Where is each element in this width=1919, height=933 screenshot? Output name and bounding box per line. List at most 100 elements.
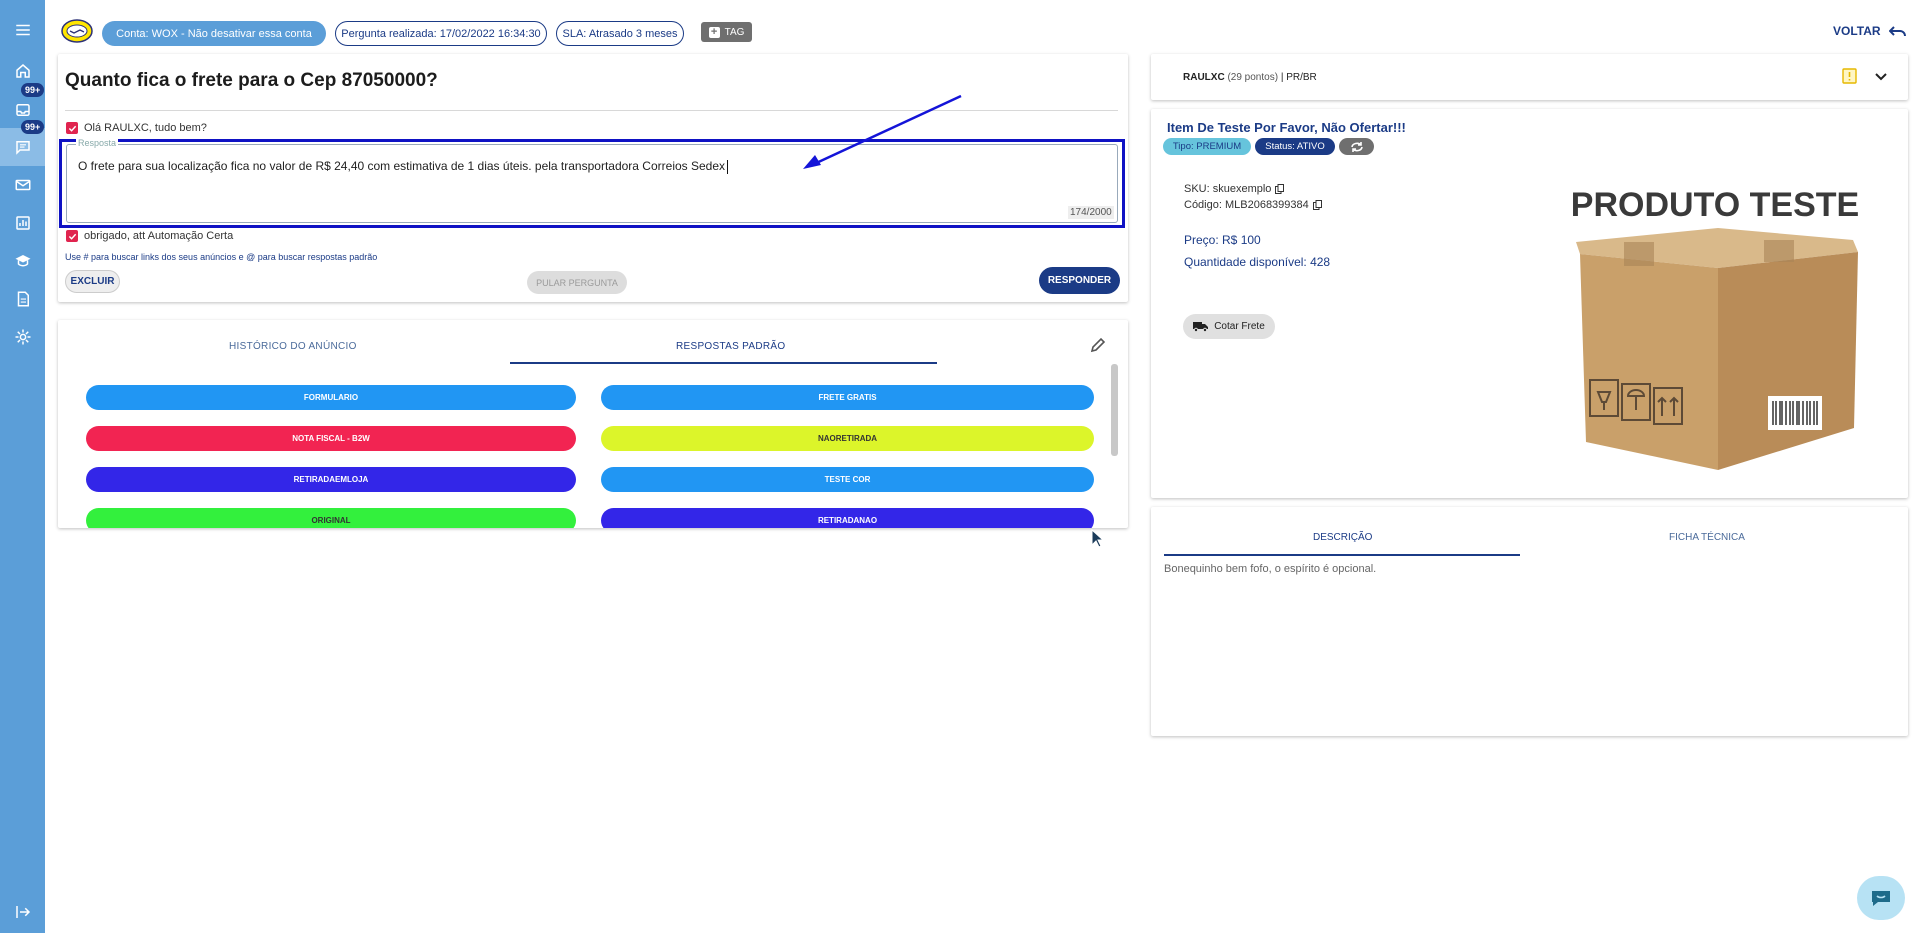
standard-answer-label: FORMULARIO	[303, 393, 359, 402]
code-text: Código: MLB2068399384	[1184, 199, 1309, 211]
standard-answer-label: NAORETIRADA	[817, 434, 878, 443]
sync-icon	[1350, 141, 1363, 152]
code-row: Código: MLB2068399384	[1184, 199, 1322, 211]
settings-button[interactable]	[0, 318, 45, 356]
documents-button[interactable]	[0, 280, 45, 318]
questions-badge: 99+	[21, 120, 45, 134]
training-button[interactable]	[0, 242, 45, 280]
menu-icon	[15, 24, 30, 36]
chat-bubble-icon	[1872, 891, 1890, 906]
inbox-badge: 99+	[21, 83, 45, 97]
inbox-icon	[15, 104, 30, 116]
greeting-checkbox[interactable]	[66, 122, 78, 134]
tab-specs[interactable]: FICHA TÉCNICA	[1669, 532, 1745, 543]
asked-date-pill: Pergunta realizada: 17/02/2022 16:34:30	[335, 21, 547, 46]
greeting-text: Olá RAULXC, tudo bem?	[84, 122, 207, 134]
annotation-arrow	[803, 94, 962, 169]
signature-text: obrigado, att Automação Certa	[84, 230, 234, 242]
skip-question-button[interactable]: PULAR PERGUNTA	[527, 271, 627, 294]
reply-button[interactable]: RESPONDER	[1039, 267, 1120, 294]
copy-icon[interactable]	[1312, 200, 1322, 210]
char-counter: 174/2000	[1068, 206, 1114, 219]
standard-answer-button[interactable]: RETIRADAEMLOJA	[86, 467, 576, 492]
tag-label: TAG	[724, 26, 745, 38]
back-label: VOLTAR	[1833, 24, 1881, 38]
quantity-text: Quantidade disponível: 428	[1184, 255, 1331, 269]
app-root: 99+ 99+ Conta: WOX - Não desativar essa	[0, 0, 1919, 933]
standard-answer-button[interactable]: FRETE GRATIS	[601, 385, 1094, 410]
standard-answer-button[interactable]: NOTA FISCAL - B2W	[86, 426, 576, 451]
sku-text: SKU: skuexemplo	[1184, 183, 1272, 195]
status-chip: Status: ATIVO	[1255, 138, 1335, 155]
product-image-title: PRODUTO TESTE	[1571, 186, 1859, 224]
hint-text: Use # para buscar links dos seus anúncio…	[65, 252, 378, 262]
signature-row: obrigado, att Automação Certa	[66, 230, 233, 242]
check-icon	[68, 233, 76, 240]
standard-answer-label: FRETE GRATIS	[818, 393, 877, 402]
standard-answer-button[interactable]: RETIRADANAO	[601, 508, 1094, 528]
description-card	[1151, 507, 1908, 736]
item-title[interactable]: Item De Teste Por Favor, Não Ofertar!!!	[1167, 120, 1406, 135]
tab-history[interactable]: HISTÓRICO DO ANÚNCIO	[229, 341, 357, 352]
logout-icon	[15, 906, 30, 918]
text-caret	[727, 159, 729, 174]
settings-icon	[15, 329, 30, 345]
logout-button[interactable]	[0, 893, 45, 931]
note-icon[interactable]	[1842, 68, 1857, 84]
edit-icon[interactable]	[1090, 337, 1106, 353]
standard-answer-button[interactable]: FORMULARIO	[86, 385, 576, 410]
quote-shipping-button[interactable]: Cotar Frete	[1183, 314, 1275, 339]
question-title: Quanto fica o frete para o Cep 87050000?	[65, 70, 438, 91]
reports-button[interactable]	[0, 204, 45, 242]
account-pill[interactable]: Conta: WOX - Não desativar essa conta	[102, 21, 326, 46]
price-text: Preço: R$ 100	[1184, 233, 1261, 247]
sync-button[interactable]	[1339, 138, 1374, 155]
back-button[interactable]: VOLTAR	[1833, 24, 1907, 38]
chat-support-button[interactable]	[1857, 876, 1905, 920]
sidebar: 99+ 99+	[0, 0, 45, 933]
plus-icon: +	[708, 26, 720, 38]
greeting-row: Olá RAULXC, tudo bem?	[66, 122, 207, 134]
check-icon	[68, 125, 76, 132]
chart-icon	[15, 216, 30, 230]
home-icon	[15, 64, 30, 78]
standard-answer-label: RETIRADANAO	[817, 516, 878, 525]
customer-info: RAULXC (29 pontos) | PR/BR	[1183, 72, 1317, 83]
answer-text[interactable]: O frete para sua localização fica no val…	[78, 159, 729, 174]
school-icon	[15, 255, 30, 267]
standard-answer-label: ORIGINAL	[311, 516, 351, 525]
standard-answer-button[interactable]: TESTE COR	[601, 467, 1094, 492]
chat-icon	[15, 141, 30, 155]
active-tab-indicator	[1164, 554, 1520, 556]
add-tag-button[interactable]: + TAG	[701, 22, 752, 42]
answer-value: O frete para sua localização fica no val…	[78, 159, 726, 173]
standard-answer-label: TESTE COR	[824, 475, 871, 484]
document-icon	[17, 291, 29, 307]
menu-button[interactable]	[0, 11, 45, 49]
tab-standard-answers[interactable]: RESPOSTAS PADRÃO	[676, 341, 785, 352]
standard-answer-button[interactable]: NAORETIRADA	[601, 426, 1094, 451]
questions-button[interactable]: 99+	[0, 120, 45, 166]
type-chip: Tipo: PREMIUM	[1163, 138, 1251, 155]
quote-shipping-label: Cotar Frete	[1214, 321, 1265, 332]
customer-location: | PR/BR	[1280, 72, 1317, 83]
copy-icon[interactable]	[1275, 184, 1285, 194]
sku-row: SKU: skuexemplo	[1184, 183, 1285, 195]
chevron-down-icon[interactable]	[1874, 69, 1888, 83]
standard-answer-label: NOTA FISCAL - B2W	[292, 434, 370, 443]
mouse-cursor-icon	[1091, 529, 1105, 548]
answer-field-label: Resposta	[76, 138, 119, 148]
delete-button[interactable]: EXCLUIR	[65, 270, 120, 293]
tab-description[interactable]: DESCRIÇÃO	[1313, 532, 1372, 543]
marketplace-logo	[61, 19, 93, 43]
description-text: Bonequinho bem fofo, o espírito é opcion…	[1164, 563, 1377, 575]
active-tab-indicator	[510, 362, 937, 364]
scrollbar-thumb[interactable]	[1111, 364, 1118, 456]
sla-pill: SLA: Atrasado 3 meses	[556, 21, 684, 46]
mail-icon	[15, 179, 30, 191]
mail-button[interactable]	[0, 166, 45, 204]
signature-checkbox[interactable]	[66, 230, 78, 242]
standard-answer-button[interactable]: ORIGINAL	[86, 508, 576, 528]
product-image: PRODUTO TESTE	[1571, 186, 1859, 470]
truck-icon	[1193, 322, 1209, 332]
